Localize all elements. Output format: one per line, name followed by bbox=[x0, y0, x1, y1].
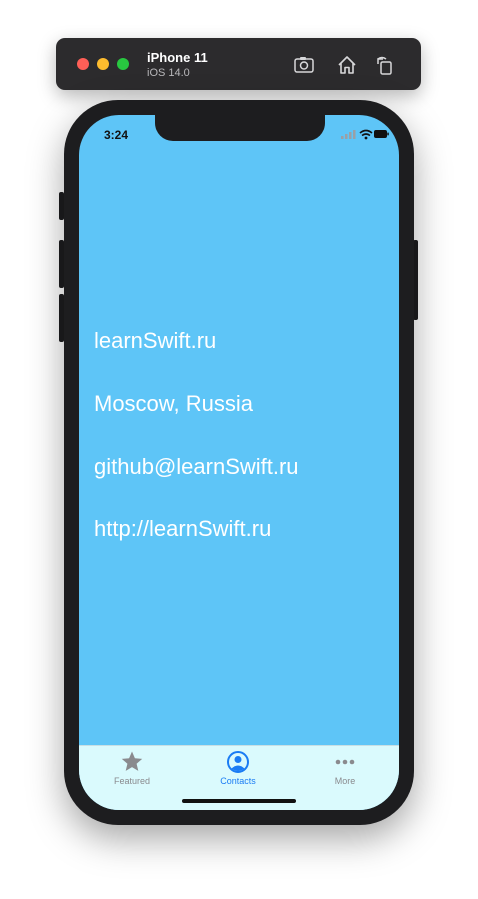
screenshot-icon[interactable] bbox=[293, 54, 315, 76]
tab-contacts-label: Contacts bbox=[220, 776, 256, 786]
tab-featured[interactable]: Featured bbox=[79, 748, 185, 792]
close-window-button[interactable] bbox=[77, 58, 89, 70]
notch bbox=[155, 115, 325, 141]
star-icon bbox=[121, 751, 143, 771]
simulator-title-bar: iPhone 11 iOS 14.0 bbox=[56, 38, 421, 90]
home-indicator[interactable] bbox=[182, 799, 296, 803]
iphone-frame: 3:24 learnSwift.ru Moscow, Russia github… bbox=[64, 100, 414, 825]
status-icons bbox=[341, 129, 389, 140]
tab-contacts[interactable]: Contacts bbox=[185, 748, 291, 792]
wifi-icon bbox=[359, 129, 373, 140]
url-label: http://learnSwift.ru bbox=[94, 516, 272, 541]
minimize-window-button[interactable] bbox=[97, 58, 109, 70]
email-label: github@learnSwift.ru bbox=[94, 454, 299, 479]
more-dots-icon bbox=[335, 759, 355, 765]
rotate-icon[interactable] bbox=[374, 54, 396, 76]
tab-more[interactable]: More bbox=[292, 748, 398, 792]
status-time: 3:24 bbox=[104, 128, 129, 142]
phone-screen: 3:24 learnSwift.ru Moscow, Russia github… bbox=[79, 115, 399, 810]
tab-featured-label: Featured bbox=[113, 776, 151, 786]
tab-more-label: More bbox=[334, 776, 356, 786]
device-name: iPhone 11 bbox=[147, 50, 208, 65]
signal-icon bbox=[341, 130, 356, 139]
website-label: learnSwift.ru bbox=[94, 328, 217, 353]
zoom-window-button[interactable] bbox=[117, 58, 129, 70]
location-label: Moscow, Russia bbox=[94, 391, 253, 416]
home-icon[interactable] bbox=[336, 54, 358, 76]
simulator-stage: iPhone 11 iOS 14.0 3:24 learnSwift.ru Mo… bbox=[0, 0, 478, 899]
os-version: iOS 14.0 bbox=[147, 67, 190, 79]
battery-icon bbox=[374, 130, 389, 138]
person-circle-icon bbox=[227, 751, 249, 773]
